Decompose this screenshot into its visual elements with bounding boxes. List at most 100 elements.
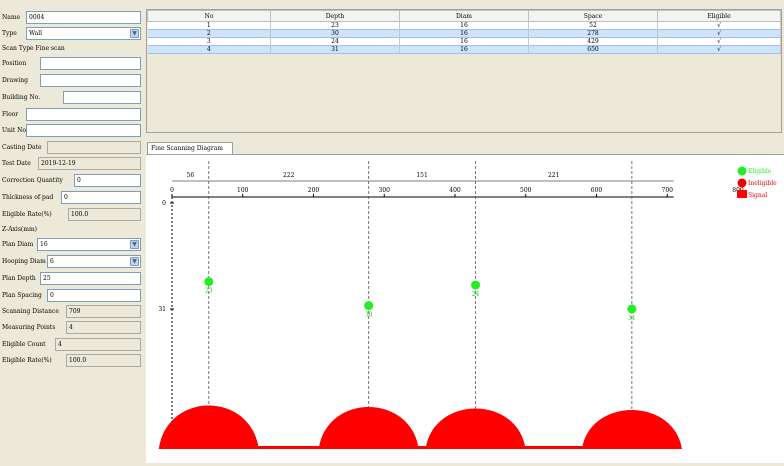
eligible-rate2-label: Eligible Rate(%) [2,357,52,364]
building-input[interactable] [63,91,141,104]
signal-hump [318,407,419,449]
rebar-point-label: 24 [472,291,480,298]
unit-input[interactable] [26,124,141,137]
cell-space: 278 [528,29,658,38]
x-tick-label: 100 [237,187,249,194]
hooping-select[interactable]: 6 ▼ [47,255,141,268]
col-header-eligible[interactable]: Eligible [657,10,781,22]
rebar-point-label: 31 [628,315,636,322]
measuring-points-label: Measuring Points [2,324,56,331]
scanning-diagram-panel: 0100200300400500600700800031562221512212… [146,154,784,463]
cell-space: 650 [528,45,658,54]
table-row[interactable]: 2 30 16 278 √ [147,29,781,38]
table-row[interactable]: 3 24 16 429 √ [147,37,781,46]
legend-signal-label: Signal [748,192,767,199]
cell-eligible: √ [657,29,781,38]
scan-type-text: Scan Type Fine scan [2,45,65,52]
col-header-no[interactable]: No [147,10,271,22]
casting-date-field[interactable] [47,141,141,154]
rebar-point-label: 30 [365,312,373,319]
cell-eligible: √ [657,45,781,54]
plan-depth-input[interactable]: 25 [40,272,141,285]
legend-ineligible-label: Ineligible [748,180,777,187]
rebar-point [364,301,374,311]
spacing-label: 222 [283,172,295,179]
rebar-point [471,280,481,290]
name-input[interactable]: 0004 [26,11,141,24]
cell-space: 429 [528,37,658,46]
drawing-input[interactable] [40,74,141,87]
plan-diam-label: Plan Diam [2,241,34,248]
drawing-label: Drawing [2,77,29,84]
signal-baseline [172,446,674,449]
signal-hump [581,410,682,449]
floor-input[interactable] [26,108,141,121]
col-header-depth[interactable]: Depth [270,10,400,22]
table-row[interactable]: 4 31 16 650 √ [147,45,781,54]
measuring-points-field: 4 [66,321,141,334]
type-label: Type [2,30,17,37]
form-panel: Name 0004 Type Wall ▼ Scan Type Fine sca… [0,0,143,463]
correction-label: Correction Quantity [2,177,63,184]
unit-label: Unit No. [2,127,28,134]
scanning-distance-field: 709 [66,305,141,318]
rebar-point-label: 23 [205,288,213,295]
signal-hump [158,405,259,449]
chevron-down-icon[interactable]: ▼ [130,257,139,266]
x-tick-label: 700 [662,187,674,194]
cell-eligible: √ [657,37,781,46]
cell-no: 2 [147,29,271,38]
legend-eligible-swatch [737,166,747,176]
thickness-input[interactable]: 0 [61,191,141,204]
name-label: Name [2,14,21,21]
y-tick-label: 31 [158,306,166,313]
spacing-label: 56 [187,172,195,179]
eligible-count-label: Eligible Count [2,341,46,348]
chevron-down-icon[interactable]: ▼ [130,240,139,249]
eligible-count-field: 4 [55,338,141,351]
plan-spacing-input[interactable]: 0 [47,289,141,302]
cell-no: 1 [147,21,271,30]
legend-ineligible-swatch [737,178,747,188]
cell-no: 4 [147,45,271,54]
x-tick-label: 500 [520,187,532,194]
position-input[interactable] [40,57,141,70]
table-row[interactable]: 1 23 16 52 √ [147,21,781,30]
cell-diam: 16 [399,37,529,46]
type-value: Wall [29,30,43,37]
cell-diam: 16 [399,45,529,54]
test-date-field[interactable]: 2019-12-19 [38,157,141,170]
floor-label: Floor [2,111,19,118]
cell-depth: 23 [270,21,400,30]
rebar-point [627,304,637,314]
tab-fine-scanning-diagram[interactable]: Fine Scanning Diagram [147,142,233,154]
cell-no: 3 [147,37,271,46]
col-header-diam[interactable]: Diam [399,10,529,22]
type-select[interactable]: Wall ▼ [26,27,141,40]
signal-hump [425,408,526,449]
correction-input[interactable]: 0 [74,174,141,187]
results-table-panel: No Depth Diam Space Eligible 1 23 16 52 … [146,9,782,133]
plan-diam-select[interactable]: 16 ▼ [37,238,141,251]
eligible-rate-label: Eligible Rate(%) [2,211,52,218]
cell-diam: 16 [399,21,529,30]
spacing-label: 221 [548,172,559,179]
spacing-label: 151 [416,172,427,179]
cell-space: 52 [528,21,658,30]
casting-label: Casting Date [2,144,42,151]
legend-eligible-label: Eligible [748,168,772,175]
plan-diam-value: 16 [40,241,48,248]
table-header-row: No Depth Diam Space Eligible [147,10,781,22]
rebar-point [204,277,214,287]
eligible-rate2-field: 100.0 [66,354,141,367]
position-label: Position [2,60,27,67]
cell-depth: 30 [270,29,400,38]
results-table: No Depth Diam Space Eligible 1 23 16 52 … [147,10,781,54]
chevron-down-icon[interactable]: ▼ [130,29,139,38]
cell-eligible: √ [657,21,781,30]
x-tick-label: 200 [308,187,320,194]
cell-depth: 31 [270,45,400,54]
hooping-label: Hooping Diam [2,258,46,265]
cell-diam: 16 [399,29,529,38]
col-header-space[interactable]: Space [528,10,658,22]
